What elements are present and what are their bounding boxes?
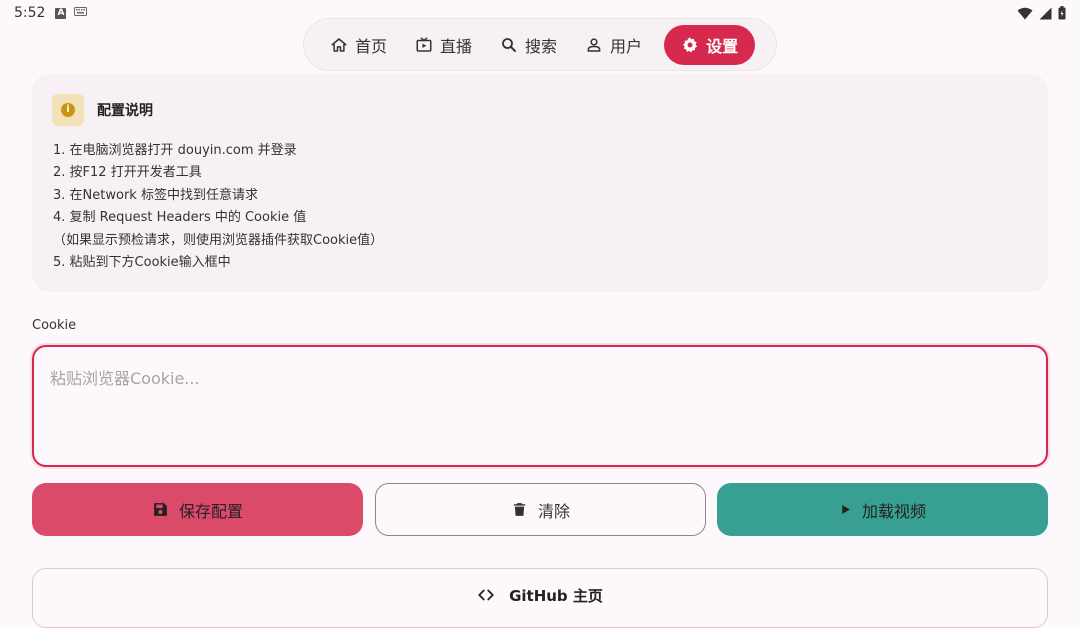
instruction-line: 5. 粘贴到下方Cookie输入框中 [53, 254, 231, 270]
clear-button[interactable]: 清除 [375, 483, 706, 536]
load-label: 加载视频 [861, 501, 926, 521]
user-icon [587, 37, 601, 52]
instruction-line: 3. 在Network 标签中找到任意请求 [53, 187, 258, 203]
instruction-list: 1. 在电脑浏览器打开 douyin.com 并登录 2. 按F12 打开开发者… [53, 140, 383, 274]
notification-a-icon: A [55, 7, 67, 19]
nav-live-label: 直播 [440, 36, 473, 56]
save-icon [154, 503, 167, 516]
instruction-line: 1. 在电脑浏览器打开 douyin.com 并登录 [53, 143, 297, 158]
info-title: 配置说明 [97, 103, 153, 119]
instruction-line: 2. 按F12 打开开发者工具 [53, 165, 202, 181]
cookie-label: Cookie [32, 318, 77, 333]
load-video-button[interactable]: 加载视频 [717, 483, 1048, 536]
nav-live[interactable]: 直播 [405, 25, 482, 65]
nav-home[interactable]: 首页 [320, 25, 397, 65]
info-header: i 配置说明 [52, 94, 153, 126]
gear-icon [682, 37, 698, 52]
info-icon: i [52, 94, 84, 126]
nav-settings[interactable]: 设置 [664, 24, 756, 65]
cookie-input[interactable] [32, 345, 1048, 467]
github-homepage-button[interactable]: GitHub 主页 [32, 568, 1048, 628]
save-config-button[interactable]: 保存配置 [32, 483, 363, 536]
save-label: 保存配置 [178, 501, 243, 521]
nav-settings-label: 设置 [706, 36, 739, 56]
home-icon [331, 37, 347, 52]
status-time: 5:52 [14, 5, 46, 21]
signal-icon [1039, 7, 1052, 19]
live-tv-icon [416, 36, 432, 52]
nav-search-label: 搜索 [525, 36, 558, 56]
play-icon [842, 505, 850, 514]
instruction-line: （如果显示预检请求，则使用浏览器插件获取Cookie值） [53, 232, 384, 248]
config-instructions-card: i 配置说明 1. 在电脑浏览器打开 douyin.com 并登录 2. 按F1… [32, 74, 1048, 292]
github-label: GitHub 主页 [509, 587, 603, 605]
battery-icon [1058, 6, 1066, 20]
nav-home-label: 首页 [355, 36, 388, 56]
instruction-line: 4. 复制 Request Headers 中的 Cookie 值 [53, 210, 307, 226]
code-icon [478, 589, 494, 601]
nav-user-label: 用户 [610, 36, 643, 56]
keyboard-icon [74, 7, 88, 19]
status-right [1017, 6, 1066, 20]
wifi-icon [1017, 7, 1033, 19]
trash-icon [513, 503, 526, 516]
nav-user[interactable]: 用户 [575, 25, 652, 65]
nav-search[interactable]: 搜索 [490, 25, 567, 65]
search-icon [502, 37, 517, 52]
top-navigation: 首页 直播 搜索 用户 设置 [303, 18, 777, 71]
clear-label: 清除 [537, 501, 570, 521]
